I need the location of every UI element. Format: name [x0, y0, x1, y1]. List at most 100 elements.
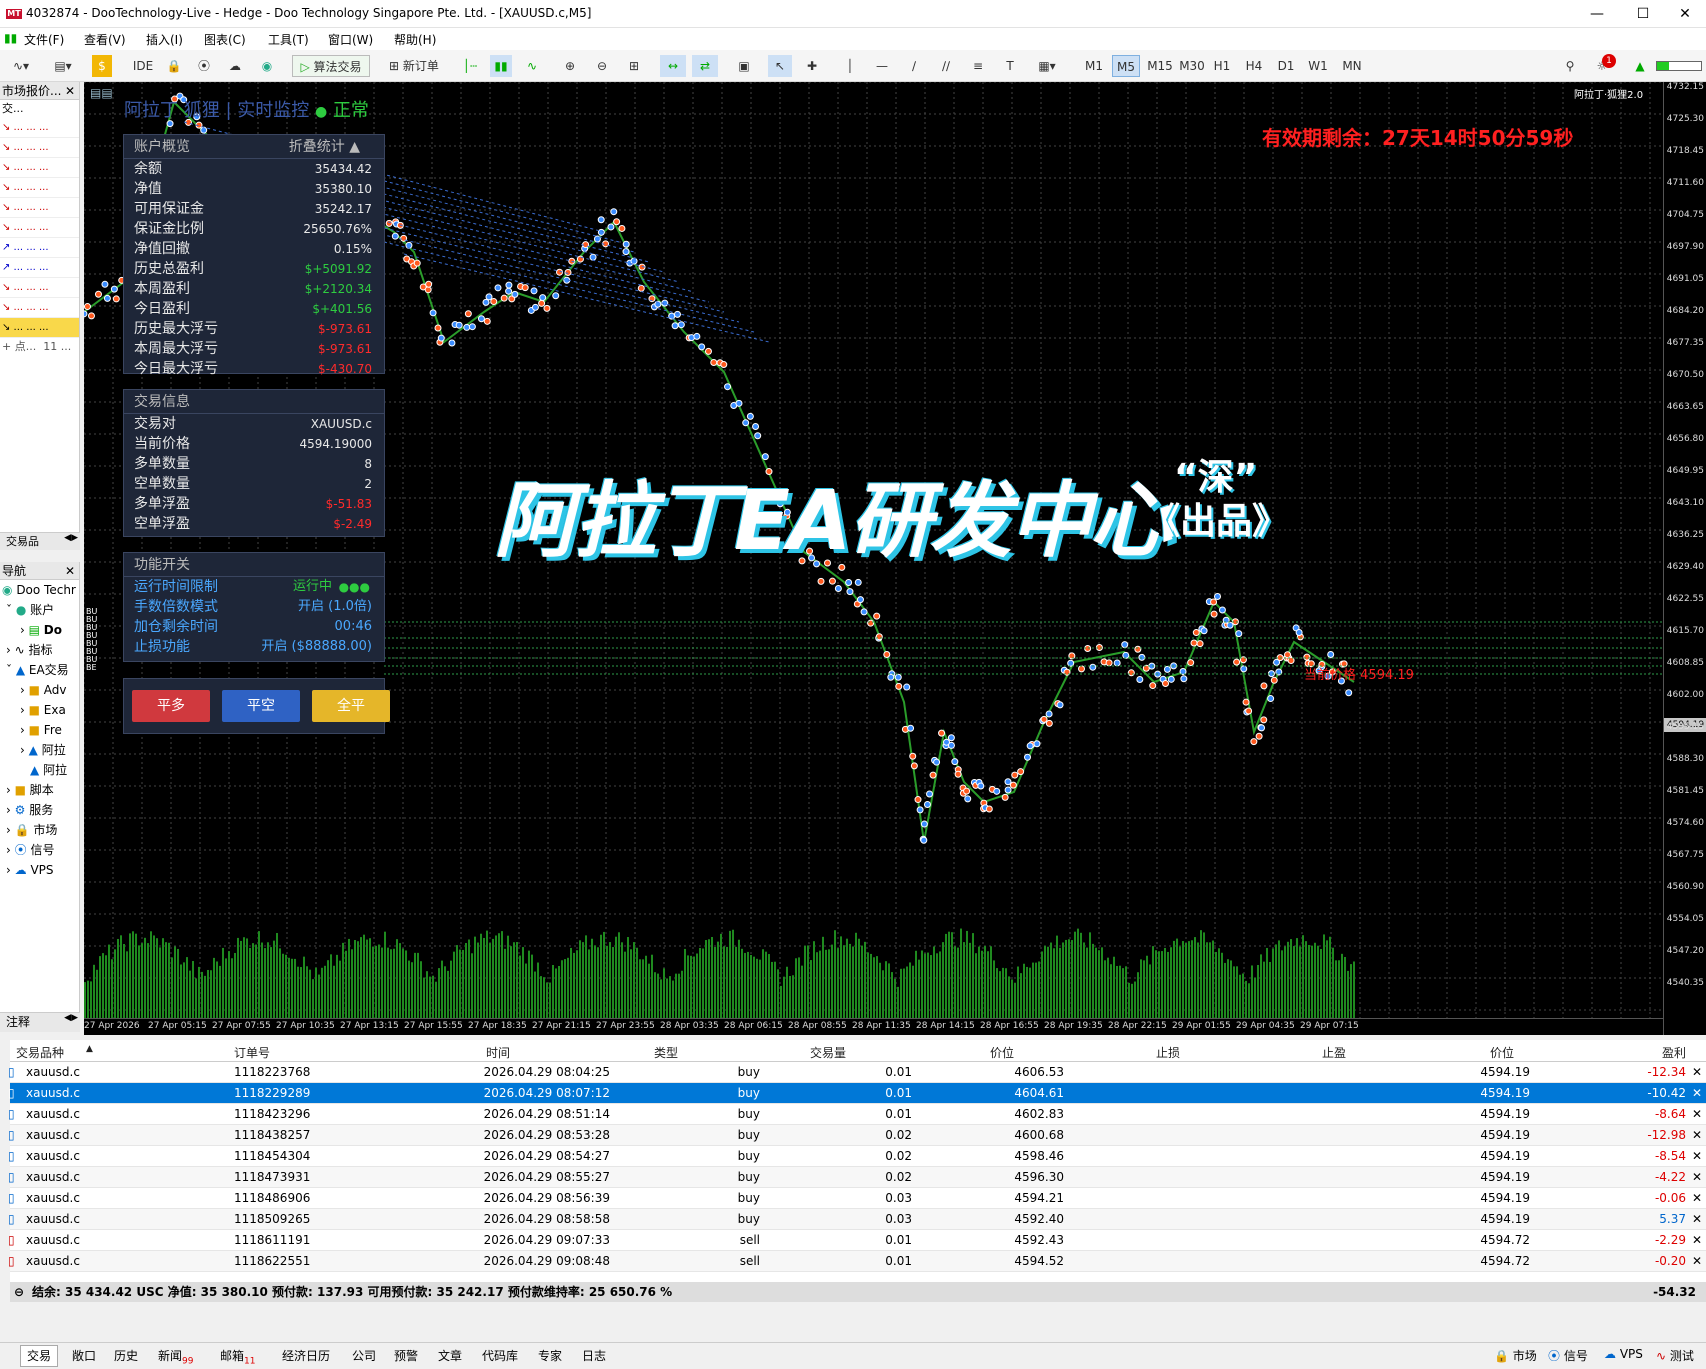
- chart-shift-icon[interactable]: ⇄: [692, 55, 718, 77]
- table-row[interactable]: ▯ xauusd.c 1118229289 2026.04.29 08:07:12 bu…: [8, 1083, 1706, 1104]
- close-order-icon[interactable]: ✕: [1692, 1062, 1702, 1083]
- close-order-icon[interactable]: ✕: [1692, 1188, 1702, 1209]
- nav-item[interactable]: › ▲ 阿拉: [0, 740, 79, 760]
- nav-item[interactable]: ˇ ● 账户: [0, 600, 79, 620]
- tf-m1[interactable]: M1: [1080, 55, 1108, 77]
- fold-toggle[interactable]: 折叠统计 ▲: [289, 135, 360, 159]
- sort-icon[interactable]: ▲: [86, 1044, 93, 1054]
- col-time[interactable]: 时间: [486, 1044, 510, 1061]
- search-icon[interactable]: ⚲: [1560, 55, 1580, 77]
- menu-file[interactable]: 文件(F): [24, 31, 64, 48]
- tab-codebase[interactable]: 代码库: [482, 1347, 518, 1364]
- table-row[interactable]: ▯ xauusd.c 1118622551 2026.04.29 09:08:48 se…: [8, 1251, 1706, 1272]
- tab-company[interactable]: 公司: [352, 1347, 376, 1364]
- dollar-icon[interactable]: $: [92, 55, 112, 77]
- candle-chart-icon[interactable]: ▮▮: [490, 55, 512, 77]
- list-item[interactable]: ↘ ... ... ...: [0, 178, 79, 198]
- list-item[interactable]: ↗ ... ... ...: [0, 258, 79, 278]
- cursor-icon[interactable]: ↖: [768, 55, 792, 77]
- nav-item[interactable]: › ■ Exa: [0, 700, 79, 720]
- col-order[interactable]: 订单号: [234, 1044, 270, 1061]
- table-row[interactable]: ▯ xauusd.c 1118486906 2026.04.29 08:56:39 bu…: [8, 1188, 1706, 1209]
- nav-item[interactable]: › ⚙ 服务: [0, 800, 79, 820]
- nav-item[interactable]: › ∿ 指标: [0, 640, 79, 660]
- market-watch-tab[interactable]: 交易品 ◀▶: [0, 532, 80, 550]
- tf-mn[interactable]: MN: [1336, 55, 1368, 77]
- function-switch-row[interactable]: 止损功能 开启 ($88888.00): [124, 637, 384, 657]
- menu-tools[interactable]: 工具(T): [268, 31, 309, 48]
- close-order-icon[interactable]: ✕: [1692, 1251, 1702, 1272]
- new-order-button[interactable]: ⊞ 新订单: [380, 55, 448, 77]
- close-order-icon[interactable]: ✕: [1692, 1125, 1702, 1146]
- list-item[interactable]: ↗ ... ... ...: [0, 238, 79, 258]
- nav-item[interactable]: ◉ Doo Techr: [0, 580, 79, 600]
- ide-button[interactable]: IDE: [130, 55, 156, 77]
- col-type[interactable]: 类型: [654, 1044, 678, 1061]
- zoom-in-icon[interactable]: ⊕: [560, 55, 580, 77]
- col-price[interactable]: 价位: [990, 1044, 1014, 1061]
- menu-insert[interactable]: 插入(I): [146, 31, 183, 48]
- nav-item[interactable]: › ■ Adv: [0, 680, 79, 700]
- close-icon[interactable]: ✕: [65, 562, 75, 580]
- menu-chart[interactable]: 图表(C): [204, 31, 246, 48]
- col-profit[interactable]: 盈利: [1662, 1044, 1686, 1061]
- menu-help[interactable]: 帮助(H): [394, 31, 436, 48]
- menu-view[interactable]: 查看(V): [84, 31, 126, 48]
- list-item[interactable]: ↘ ... ... ...: [0, 158, 79, 178]
- cloud-icon[interactable]: ☁: [224, 55, 246, 77]
- close-order-icon[interactable]: ✕: [1692, 1083, 1702, 1104]
- nav-item[interactable]: ˇ ▲ EA交易: [0, 660, 79, 680]
- tab-alerts[interactable]: 预警: [394, 1347, 418, 1364]
- horizontal-line-icon[interactable]: —: [872, 55, 892, 77]
- table-row[interactable]: ▯ xauusd.c 1118423296 2026.04.29 08:51:14 bu…: [8, 1104, 1706, 1125]
- function-switch-row[interactable]: 手数倍数模式 开启 (1.0倍): [124, 597, 384, 617]
- navigator-tab[interactable]: 注释 ◀▶: [0, 1012, 80, 1032]
- list-item[interactable]: ↘ ... ... ...: [0, 118, 79, 138]
- close-order-icon[interactable]: ✕: [1692, 1167, 1702, 1188]
- close-long-button[interactable]: 平多: [132, 690, 210, 722]
- algo-trading-button[interactable]: ▷ 算法交易: [292, 55, 370, 77]
- tab-news[interactable]: 新闻99: [158, 1347, 193, 1366]
- tf-w1[interactable]: W1: [1304, 55, 1332, 77]
- tf-h4[interactable]: H4: [1240, 55, 1268, 77]
- tf-d1[interactable]: D1: [1272, 55, 1300, 77]
- autoscroll-icon[interactable]: ↔: [660, 55, 686, 77]
- tab-calendar[interactable]: 经济日历: [282, 1347, 330, 1364]
- status-market[interactable]: 🔒 市场: [1494, 1347, 1537, 1364]
- shapes-icon[interactable]: ▦▾: [1032, 55, 1062, 77]
- crosshair-icon[interactable]: ✚: [802, 55, 822, 77]
- channel-icon[interactable]: ∕∕: [936, 55, 956, 77]
- table-row[interactable]: ▯ xauusd.c 1118454304 2026.04.29 08:54:27 bu…: [8, 1146, 1706, 1167]
- status-signals[interactable]: ⦿ 信号: [1548, 1347, 1588, 1364]
- list-item[interactable]: ↘ ... ... ...: [0, 218, 79, 238]
- table-row[interactable]: ▯ xauusd.c 1118223768 2026.04.29 08:04:25 bu…: [8, 1062, 1706, 1083]
- close-short-button[interactable]: 平空: [222, 690, 300, 722]
- tab-scroll-icon[interactable]: ◀▶: [64, 533, 78, 543]
- list-item[interactable]: ↘ ... ... ...: [0, 298, 79, 318]
- tab-mail[interactable]: 邮箱11: [220, 1347, 255, 1366]
- tab-history[interactable]: 历史: [114, 1347, 138, 1364]
- text-icon[interactable]: T: [1000, 55, 1020, 77]
- col-tp[interactable]: 止盈: [1322, 1044, 1346, 1061]
- trendline-icon[interactable]: ∕: [904, 55, 924, 77]
- list-item[interactable]: ↘ ... ... ...: [0, 198, 79, 218]
- tab-exposure[interactable]: 敞口: [72, 1347, 96, 1364]
- minimize-button[interactable]: —: [1574, 0, 1620, 28]
- close-button[interactable]: ✕: [1662, 0, 1706, 28]
- signal-icon[interactable]: ⦿: [194, 55, 214, 77]
- tab-articles[interactable]: 文章: [438, 1347, 462, 1364]
- table-row[interactable]: ▯ xauusd.c 1118611191 2026.04.29 09:07:33 se…: [8, 1230, 1706, 1251]
- table-row[interactable]: ▯ xauusd.c 1118473931 2026.04.29 08:55:27 bu…: [8, 1167, 1706, 1188]
- nav-item[interactable]: › ■ Fre: [0, 720, 79, 740]
- lock-icon[interactable]: 🔒: [164, 55, 184, 77]
- close-order-icon[interactable]: ✕: [1692, 1230, 1702, 1251]
- new-chart-icon[interactable]: ∿▾: [6, 55, 36, 77]
- tf-h1[interactable]: H1: [1208, 55, 1236, 77]
- col-sl[interactable]: 止损: [1156, 1044, 1180, 1061]
- zoom-out-icon[interactable]: ⊖: [592, 55, 612, 77]
- col-current-price[interactable]: 价位: [1490, 1044, 1514, 1061]
- nav-item[interactable]: › 🔒 市场: [0, 820, 79, 840]
- status-tester[interactable]: ∿ 测试: [1656, 1347, 1694, 1364]
- price-chart[interactable]: ▤▤ 阿拉丁 狐狸 | 实时监控 ● 正常 有效期剩余：27天14时50分59秒…: [84, 82, 1663, 1035]
- profiles-icon[interactable]: ▤▾: [46, 55, 80, 77]
